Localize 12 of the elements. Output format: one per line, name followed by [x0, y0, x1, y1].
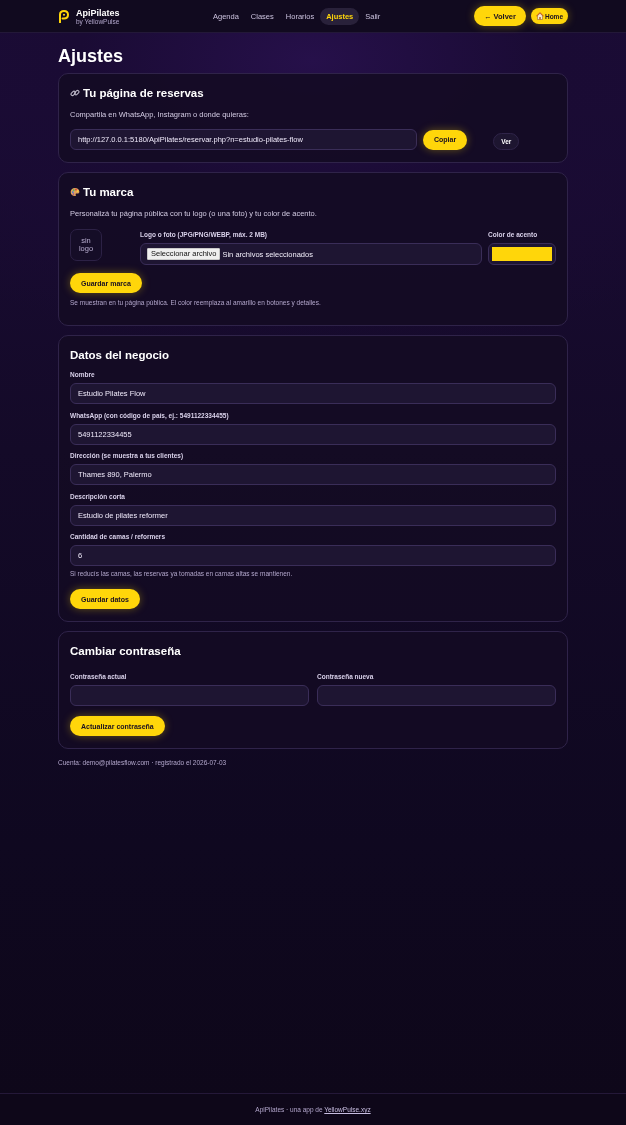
- palette-icon: [70, 187, 80, 197]
- section-title: Cambiar contraseña: [70, 644, 182, 658]
- brand-name: ApiPilates: [76, 7, 120, 18]
- link-icon: [70, 88, 80, 98]
- section-title: Tu página de reservas: [83, 86, 204, 100]
- section-title: Datos del negocio: [70, 348, 171, 362]
- section-title: Tu marca: [83, 185, 134, 199]
- password-field[interactable]: [70, 685, 309, 706]
- page-title: Ajustes: [58, 45, 125, 67]
- house-icon: [535, 12, 544, 20]
- password-field[interactable]: [317, 685, 556, 706]
- logo-icon: [58, 9, 69, 23]
